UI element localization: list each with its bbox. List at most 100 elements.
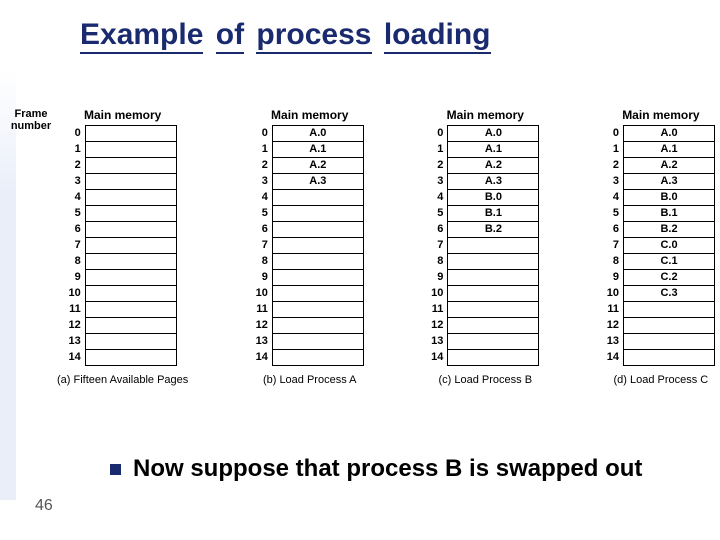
- frame-cell: B.0: [624, 190, 715, 206]
- table-row: 9: [431, 270, 539, 286]
- memory-table: 01234567891011121314: [69, 125, 177, 366]
- memory-table-header: Main memory: [622, 108, 699, 122]
- frame-index: 4: [607, 190, 624, 206]
- frame-cell: C.2: [624, 270, 715, 286]
- table-row: 0A.0: [256, 126, 364, 142]
- table-row: 1A.1: [607, 142, 715, 158]
- frame-cell: [85, 302, 176, 318]
- table-row: 5: [256, 206, 364, 222]
- frame-cell: [85, 318, 176, 334]
- frame-cell: C.1: [624, 254, 715, 270]
- frame-cell: [85, 222, 176, 238]
- frame-cell: A.0: [448, 126, 539, 142]
- memory-table-0: Main memory01234567891011121314(a) Fifte…: [57, 108, 188, 386]
- table-row: 5B.1: [431, 206, 539, 222]
- frame-index: 3: [607, 174, 624, 190]
- frame-cell: [448, 318, 539, 334]
- table-row: 11: [256, 302, 364, 318]
- frame-index: 10: [69, 286, 86, 302]
- frame-cell: [85, 350, 176, 366]
- table-row: 1A.1: [431, 142, 539, 158]
- table-row: 10: [256, 286, 364, 302]
- table-row: 6: [69, 222, 177, 238]
- frame-cell: [85, 190, 176, 206]
- frame-index: 12: [69, 318, 86, 334]
- memory-table-2: Main memory0A.01A.12A.23A.34B.05B.16B.27…: [431, 108, 539, 386]
- table-row: 2: [69, 158, 177, 174]
- frame-index: 14: [256, 350, 273, 366]
- table-row: 0: [69, 126, 177, 142]
- slide-title: Example of process loading: [80, 18, 495, 52]
- memory-table-caption: (b) Load Process A: [263, 374, 357, 386]
- figure-area: Framenumber Main memory01234567891011121…: [5, 108, 715, 418]
- title-word: Example: [80, 18, 203, 54]
- table-row: 5: [69, 206, 177, 222]
- table-row: 7: [431, 238, 539, 254]
- frame-index: 0: [69, 126, 86, 142]
- frame-cell: [85, 126, 176, 142]
- bullet-text: Now suppose that process B is swapped ou…: [133, 454, 642, 484]
- frame-cell: [85, 254, 176, 270]
- table-row: 9C.2: [607, 270, 715, 286]
- frame-index: 0: [256, 126, 273, 142]
- frame-cell: [272, 254, 363, 270]
- table-row: 8: [256, 254, 364, 270]
- frame-index: 1: [69, 142, 86, 158]
- table-row: 11: [607, 302, 715, 318]
- table-row: 7: [69, 238, 177, 254]
- frame-cell: [448, 254, 539, 270]
- frame-cell: [448, 334, 539, 350]
- frame-index: 12: [431, 318, 448, 334]
- frame-index: 1: [256, 142, 273, 158]
- bullet-item: Now suppose that process B is swapped ou…: [110, 454, 670, 484]
- frame-index: 2: [431, 158, 448, 174]
- frame-cell: [85, 142, 176, 158]
- table-row: 13: [607, 334, 715, 350]
- frame-index: 13: [431, 334, 448, 350]
- frame-index: 0: [431, 126, 448, 142]
- frame-index: 2: [69, 158, 86, 174]
- memory-table: 0A.01A.12A.23A.34B.05B.16B.2789101112131…: [431, 125, 539, 366]
- frame-index: 9: [607, 270, 624, 286]
- memory-table: 0A.01A.12A.23A.34B.05B.16B.27C.08C.19C.2…: [607, 125, 715, 366]
- frame-cell: A.0: [272, 126, 363, 142]
- frame-index: 7: [256, 238, 273, 254]
- frame-index: 5: [256, 206, 273, 222]
- frame-cell: [272, 334, 363, 350]
- slide: Example of process loading Framenumber M…: [0, 0, 720, 540]
- frame-cell: B.0: [448, 190, 539, 206]
- frame-cell: [85, 238, 176, 254]
- frame-index: 4: [256, 190, 273, 206]
- memory-table-header: Main memory: [271, 108, 348, 122]
- frame-index: 6: [69, 222, 86, 238]
- frame-cell: A.3: [624, 174, 715, 190]
- frame-cell: [272, 350, 363, 366]
- table-row: 0A.0: [607, 126, 715, 142]
- table-row: 8: [69, 254, 177, 270]
- table-row: 12: [431, 318, 539, 334]
- frame-index: 2: [256, 158, 273, 174]
- table-row: 10: [431, 286, 539, 302]
- frame-index: 10: [431, 286, 448, 302]
- frame-cell: [448, 286, 539, 302]
- frame-cell: B.1: [624, 206, 715, 222]
- frame-cell: [272, 270, 363, 286]
- table-row: 4: [256, 190, 364, 206]
- frame-index: 4: [69, 190, 86, 206]
- bullet-square-icon: [110, 464, 121, 475]
- frame-cell: [448, 270, 539, 286]
- frame-index: 6: [431, 222, 448, 238]
- frame-index: 9: [69, 270, 86, 286]
- frame-label-line: Frame: [5, 108, 57, 120]
- frame-cell: [272, 222, 363, 238]
- frame-index: 6: [607, 222, 624, 238]
- table-row: 10C.3: [607, 286, 715, 302]
- memory-table-1: Main memory0A.01A.12A.23A.34567891011121…: [256, 108, 364, 386]
- frame-cell: [624, 318, 715, 334]
- frame-index: 7: [607, 238, 624, 254]
- table-row: 7C.0: [607, 238, 715, 254]
- frame-cell: [85, 270, 176, 286]
- frame-cell: [448, 238, 539, 254]
- table-row: 3A.3: [431, 174, 539, 190]
- frame-cell: [624, 350, 715, 366]
